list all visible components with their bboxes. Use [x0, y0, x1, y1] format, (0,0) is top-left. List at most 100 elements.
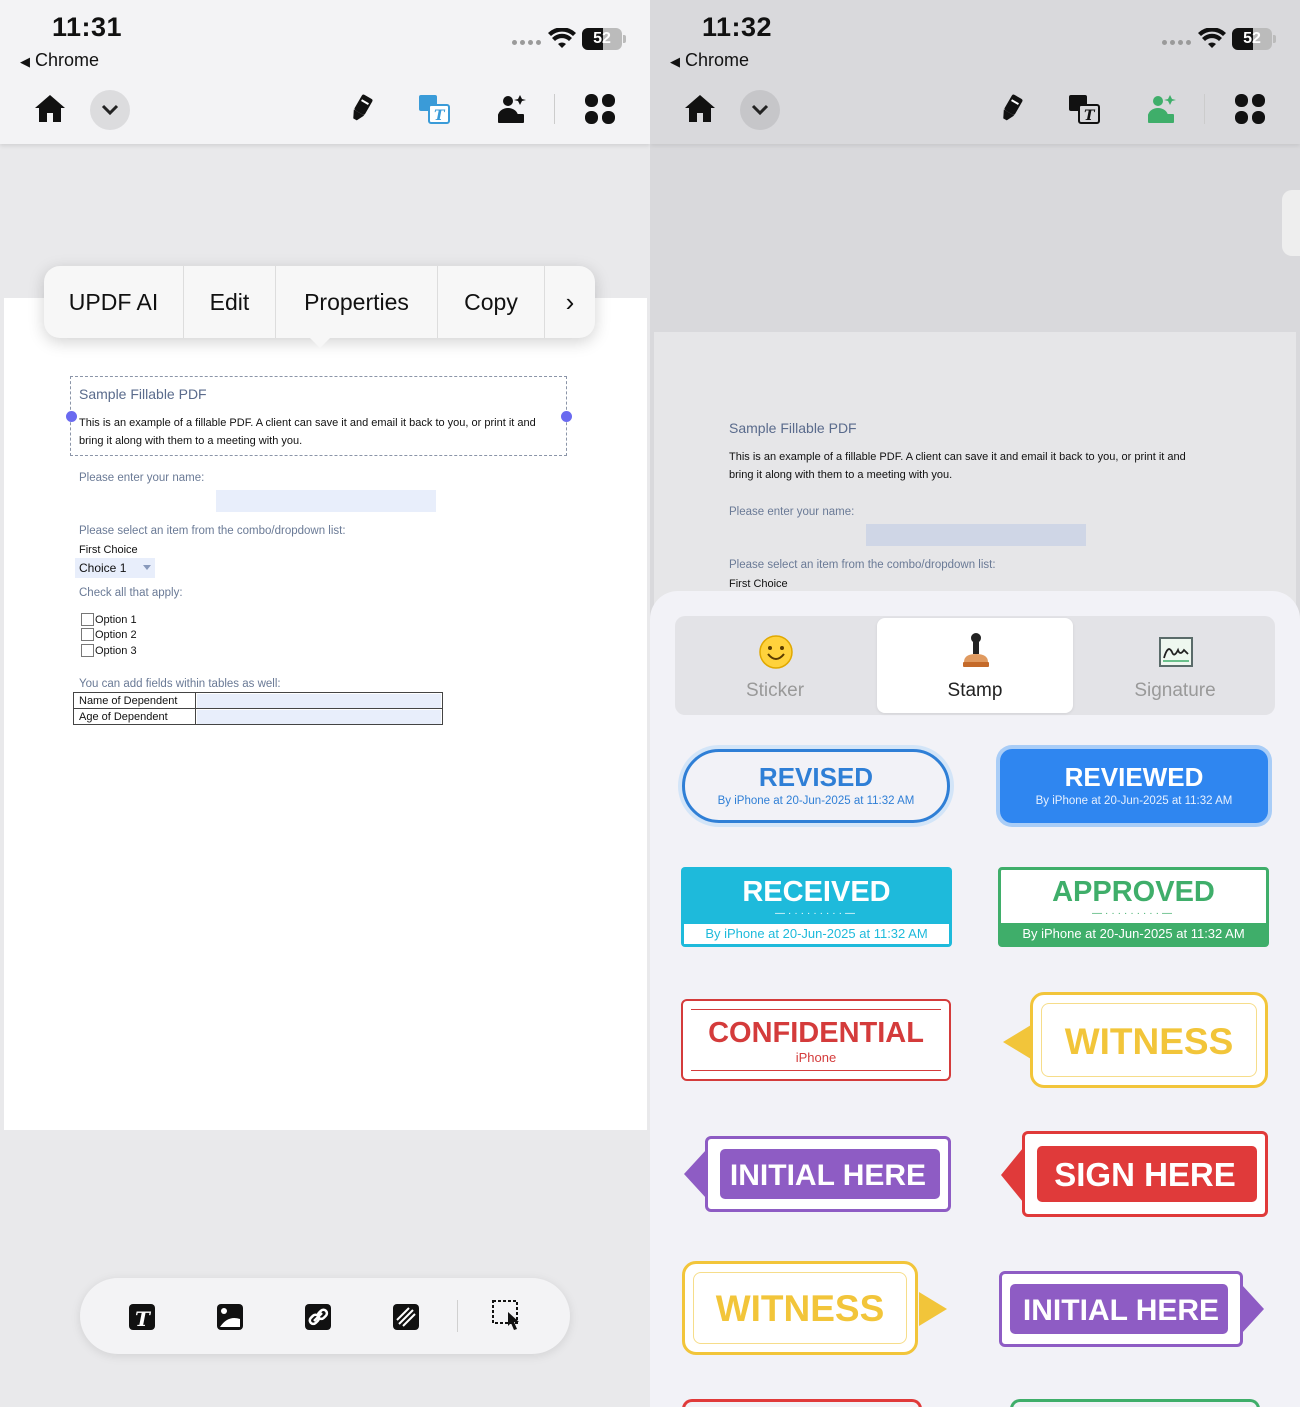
smiley-icon [759, 635, 793, 669]
stamp-initial-here[interactable]: INITIAL HERE [999, 1271, 1264, 1347]
menu-item-edit[interactable]: Edit [184, 266, 276, 338]
selection-handle-right[interactable] [561, 411, 572, 422]
stamp-approved[interactable]: APPROVED —·········— By iPhone at 20-Jun… [998, 867, 1269, 947]
combo-value: Choice 1 [79, 561, 127, 575]
tab-stamp[interactable]: Stamp [877, 618, 1073, 713]
combo-label: Please select an item from the combo/dro… [729, 559, 996, 571]
stamp-received[interactable]: RECEIVED —·········— By iPhone at 20-Jun… [681, 867, 952, 947]
stamp-initial-here[interactable]: INITIAL HERE [684, 1136, 951, 1212]
tab-label: Stamp [947, 680, 1003, 701]
name-label: Please enter your name: [79, 472, 205, 484]
first-choice-label: First Choice [729, 578, 788, 590]
stamp-icon [963, 633, 989, 667]
image-edit-icon[interactable] [1144, 92, 1178, 126]
tables-label: You can add fields within tables as well… [79, 678, 281, 690]
side-scroll-tab[interactable] [1282, 190, 1300, 256]
link-icon[interactable] [303, 1302, 333, 1332]
table-cell-field[interactable] [197, 694, 441, 708]
home-icon[interactable] [683, 92, 717, 126]
option-checkbox[interactable] [81, 613, 94, 626]
name-label: Please enter your name: [729, 506, 855, 518]
stamp-subtitle: By iPhone at 20-Jun-2025 at 11:32 AM [684, 924, 949, 944]
stamp-title: REVISED [758, 762, 874, 792]
back-label: Chrome [35, 50, 100, 70]
name-field[interactable] [216, 490, 436, 512]
combo-dropdown[interactable]: Choice 1 [75, 558, 155, 578]
stamp-sign-here[interactable]: SIGN HERE [1001, 1131, 1268, 1217]
battery-icon: 52 [1232, 28, 1272, 50]
pdf-title: Sample Fillable PDF [729, 420, 857, 436]
selection-handle-left[interactable] [66, 411, 77, 422]
option-checkbox[interactable] [81, 644, 94, 657]
grid-icon[interactable] [1233, 92, 1267, 126]
back-to-chrome[interactable]: ◀ Chrome [20, 50, 99, 71]
stamp-subtitle: By iPhone at 20-Jun-2025 at 11:32 AM [1035, 795, 1233, 807]
highlighter-icon[interactable] [344, 92, 378, 126]
stamp-confidential[interactable]: CONFIDENTIAL iPhone [681, 999, 951, 1081]
back-label: Chrome [685, 50, 750, 70]
wifi-icon [548, 28, 576, 48]
tab-signature[interactable]: Signature [1077, 618, 1273, 713]
option-label: Option 3 [95, 645, 137, 657]
grid-icon[interactable] [583, 92, 617, 126]
stamp-title: RECEIVED [742, 876, 891, 908]
cell-signal-icon [1162, 40, 1194, 48]
stamp-sheet: Sticker Stamp Signature REVISED By iPhon… [650, 591, 1300, 1407]
option-label: Option 2 [95, 629, 137, 641]
table-row: Name of Dependent [74, 693, 442, 709]
select-touch-icon[interactable] [490, 1298, 528, 1336]
battery-level: 52 [1243, 30, 1261, 47]
translate-icon[interactable]: T [417, 92, 451, 126]
context-menu: UPDF AI Edit Properties Copy › [44, 266, 595, 338]
pdf-body-line: This is an example of a fillable PDF. A … [79, 417, 536, 429]
home-icon[interactable] [33, 92, 67, 126]
pdf-body-line: bring it along with them to a meeting wi… [79, 435, 303, 447]
tab-switcher: Sticker Stamp Signature [675, 616, 1275, 715]
stamp-revised[interactable]: REVISED By iPhone at 20-Jun-2025 at 11:3… [682, 749, 950, 823]
option-checkbox[interactable] [81, 628, 94, 641]
option-label: Option 1 [95, 614, 137, 626]
menu-item-properties[interactable]: Properties [276, 266, 438, 338]
signature-icon [1159, 637, 1193, 667]
wifi-icon [1198, 28, 1226, 48]
battery-level: 52 [593, 30, 611, 47]
highlighter-icon[interactable] [994, 92, 1028, 126]
text-icon[interactable]: T [127, 1302, 157, 1332]
left-screen: 11:31 ◀ Chrome 52 T UPDF AI Edit Properti… [0, 0, 650, 1407]
name-field[interactable] [866, 524, 1086, 546]
top-bar: 11:32 ◀ Chrome 52 T [650, 0, 1300, 144]
back-to-chrome[interactable]: ◀ Chrome [670, 50, 749, 71]
menu-item-copy[interactable]: Copy [438, 266, 545, 338]
stamp-subtitle: By iPhone at 20-Jun-2025 at 11:32 AM [717, 795, 915, 807]
chevron-down-icon[interactable] [740, 90, 780, 130]
battery-icon: 52 [582, 28, 622, 50]
right-screen: 11:32 ◀ Chrome 52 T Sample Fillable PDF T… [650, 0, 1300, 1407]
tab-label: Sticker [745, 680, 805, 701]
stamp-witness[interactable]: WITNESS [1003, 992, 1268, 1088]
svg-text:T: T [135, 1307, 152, 1331]
status-time: 11:31 [52, 12, 123, 42]
table-row: Age of Dependent [74, 709, 442, 725]
stamp-witness[interactable]: WITNESS [682, 1261, 947, 1355]
image-edit-icon[interactable] [494, 92, 528, 126]
svg-text:T: T [1084, 108, 1096, 124]
stamp-title: INITIAL HERE [729, 1159, 927, 1192]
stamp-subtitle: By iPhone at 20-Jun-2025 at 11:32 AM [1001, 923, 1266, 944]
tab-sticker[interactable]: Sticker [677, 618, 873, 713]
stamp-title: REVIEWED [1064, 762, 1204, 792]
stamp-title: INITIAL HERE [1022, 1294, 1220, 1327]
dropdown-arrow-icon [143, 565, 151, 570]
stamp-partial[interactable] [1010, 1399, 1260, 1407]
translate-icon[interactable]: T [1067, 92, 1101, 126]
redact-icon[interactable] [391, 1302, 421, 1332]
stamp-partial[interactable] [682, 1399, 922, 1407]
menu-item-updf-ai[interactable]: UPDF AI [44, 266, 184, 338]
stamp-reviewed[interactable]: REVIEWED By iPhone at 20-Jun-2025 at 11:… [1000, 749, 1268, 823]
stamp-title: SIGN HERE [1054, 1156, 1236, 1193]
combo-label: Please select an item from the combo/dro… [79, 525, 346, 537]
chevron-down-icon[interactable] [90, 90, 130, 130]
table-cell-field[interactable] [197, 710, 441, 724]
image-icon[interactable] [215, 1302, 245, 1332]
tab-label: Signature [1134, 680, 1216, 701]
menu-more-button[interactable]: › [545, 266, 595, 338]
